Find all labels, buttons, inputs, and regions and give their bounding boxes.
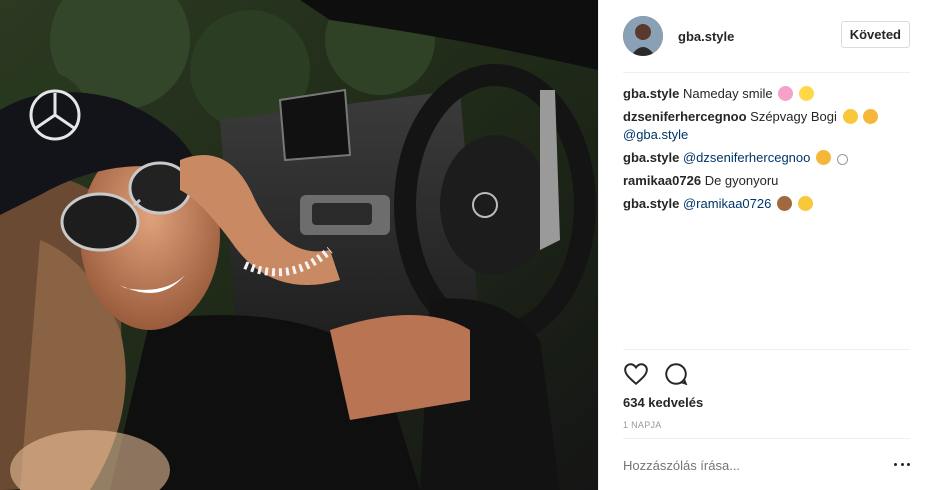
add-comment-bar xyxy=(623,438,910,490)
heart-icon[interactable] xyxy=(623,361,649,387)
more-options-icon[interactable] xyxy=(894,456,910,472)
post-sidebar: gba.style Követed gba.style Nameday smil… xyxy=(598,0,932,490)
post-timestamp: 1 NAPJA xyxy=(623,420,662,430)
comment-item: dzseniferhercegnoo Szépvagy Bogi @gba.st… xyxy=(623,108,910,144)
post-image xyxy=(0,0,598,490)
smile-emoji xyxy=(842,109,858,124)
comment-mention[interactable]: @ramikaa0726 xyxy=(683,196,771,211)
comment-icon[interactable] xyxy=(663,361,689,387)
post-photo[interactable] xyxy=(0,0,598,490)
post-username[interactable]: gba.style xyxy=(678,29,734,44)
comment-mention[interactable]: @gba.style xyxy=(623,127,688,142)
comment-author[interactable]: gba.style xyxy=(623,150,679,165)
hibiscus-emoji xyxy=(778,86,794,101)
dot xyxy=(907,462,910,466)
action-icons xyxy=(623,361,703,387)
sparkles-emoji xyxy=(798,86,814,101)
post-actions: 634 kedvelés 1 NAPJA xyxy=(623,349,910,489)
comment-author[interactable]: ramikaa0726 xyxy=(623,173,701,188)
dot xyxy=(900,462,904,466)
comment-author[interactable]: dzseniferhercegnoo xyxy=(623,109,747,124)
dot xyxy=(894,462,897,466)
comment-item: gba.style @ramikaa0726 xyxy=(623,195,910,213)
see-no-evil-monkey-emoji xyxy=(776,196,792,211)
comment-author[interactable]: gba.style xyxy=(623,196,679,211)
avatar[interactable] xyxy=(623,16,663,56)
comment-text: Nameday smile xyxy=(682,86,773,101)
avatar-image xyxy=(623,16,663,56)
comment-text: Szépvagy Bogi xyxy=(750,109,837,124)
post-header: gba.style Követed xyxy=(623,0,910,73)
comment-list: gba.style Nameday smile dzseniferhercegn… xyxy=(623,85,910,218)
likes-count[interactable]: 634 kedvelés xyxy=(623,395,703,410)
comment-item: gba.style Nameday smile xyxy=(623,85,910,103)
cat-emoji xyxy=(797,196,813,211)
follow-button[interactable]: Követed xyxy=(840,21,910,48)
smiley-emoji xyxy=(836,154,848,165)
comment-text: De gyonyoru xyxy=(704,173,779,188)
kiss-emoji xyxy=(863,109,879,124)
comment-mention[interactable]: @dzseniferhercegnoo xyxy=(683,150,810,165)
comment-item: gba.style @dzseniferhercegnoo xyxy=(623,149,910,167)
kiss-emoji xyxy=(816,150,831,165)
instagram-post: gba.style Követed gba.style Nameday smil… xyxy=(0,0,932,490)
comment-author[interactable]: gba.style xyxy=(623,86,679,101)
comment-item: ramikaa0726 De gyonyoru xyxy=(623,172,910,190)
comment-input[interactable] xyxy=(623,458,863,473)
